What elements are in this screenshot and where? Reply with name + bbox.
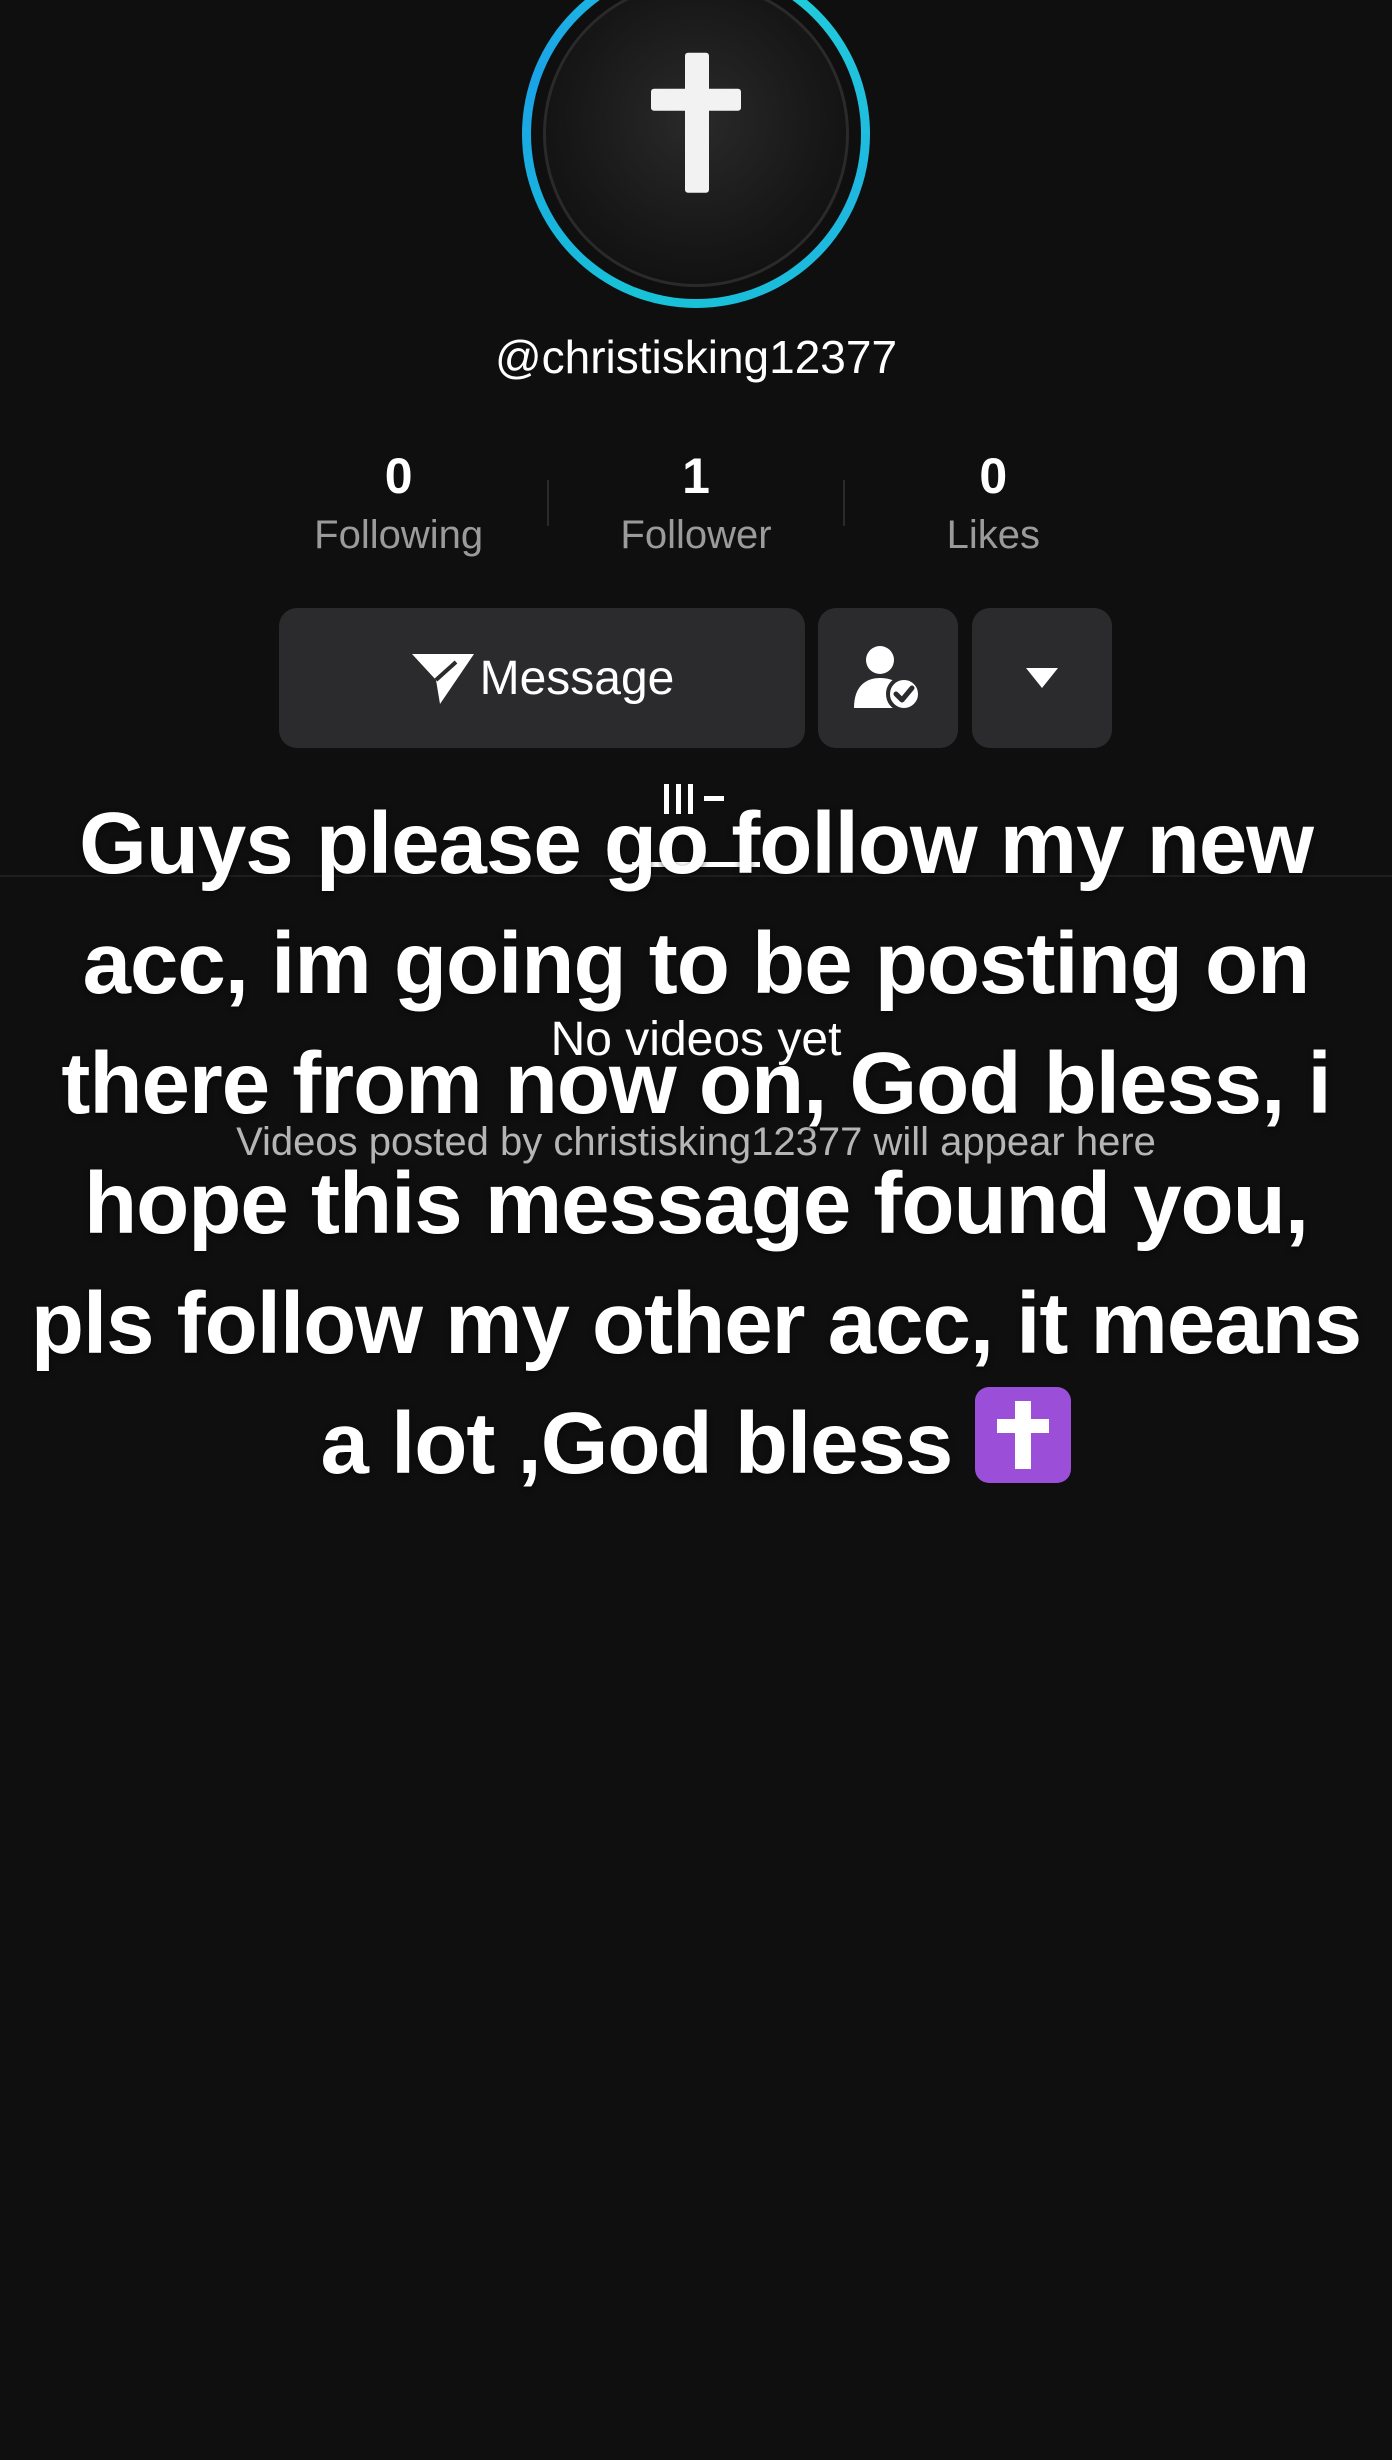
latin-cross-emoji-icon	[975, 1387, 1072, 1483]
stats-row: 0 Following 1 Follower 0 Likes	[250, 445, 1142, 575]
stat-label: Follower	[620, 513, 772, 557]
stat-likes[interactable]: 0 Likes	[845, 445, 1142, 575]
profile-page: @christisking12377 0 Following 1 Followe…	[0, 0, 1392, 2460]
friend-status-button[interactable]	[818, 608, 958, 748]
caret-down-icon	[1026, 668, 1058, 688]
stat-value: 0	[384, 448, 413, 504]
message-button[interactable]: Message	[279, 608, 805, 748]
stat-value: 1	[682, 448, 710, 504]
stat-label: Following	[314, 513, 484, 557]
caption-text: Guys please go follow my new acc, im goi…	[30, 795, 1362, 1492]
username: @christisking12377	[494, 331, 898, 383]
cross-icon	[651, 52, 741, 193]
stat-label: Likes	[946, 513, 1041, 557]
avatar-ring[interactable]	[522, 0, 870, 308]
avatar[interactable]	[543, 0, 849, 287]
stat-divider	[547, 480, 550, 526]
stat-value: 0	[979, 448, 1008, 504]
send-icon	[411, 654, 474, 704]
message-label: Message	[479, 651, 675, 705]
caption-overlay: Guys please go follow my new acc, im goi…	[20, 784, 1372, 1504]
more-options-button[interactable]	[972, 608, 1112, 748]
stat-follower[interactable]: 1 Follower	[547, 445, 845, 575]
stat-following[interactable]: 0 Following	[250, 445, 547, 575]
user-check-icon	[854, 646, 922, 712]
